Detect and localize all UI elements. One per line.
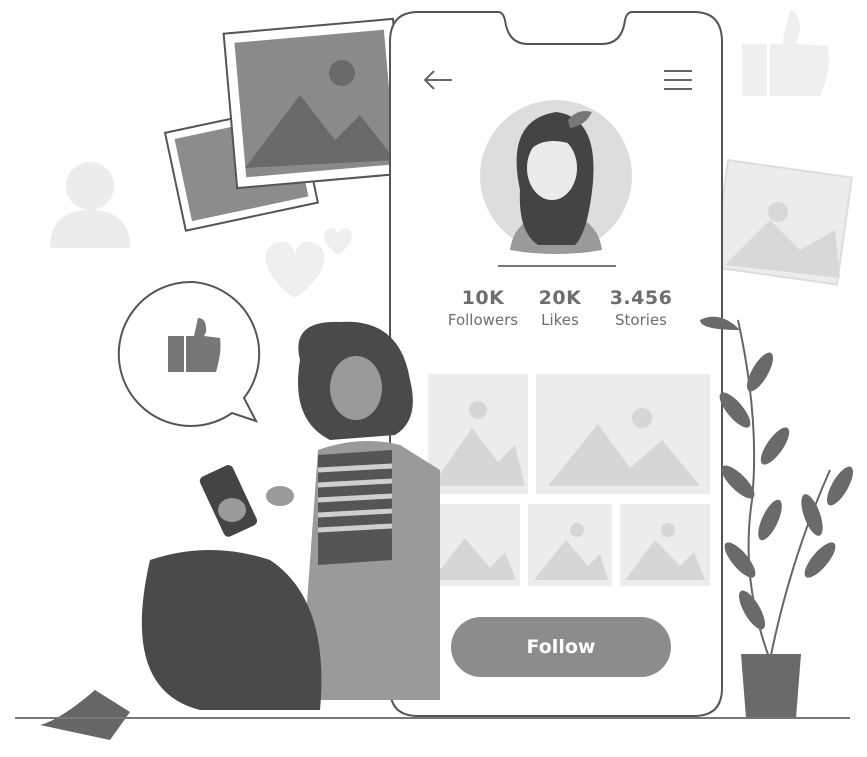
follow-button[interactable]: Follow	[451, 617, 671, 677]
photo-frame-front	[222, 17, 408, 190]
like-speech-bubble	[117, 280, 261, 427]
background-thumbs-up-icon	[742, 10, 829, 96]
illustration-scene	[15, 10, 854, 740]
background-user-icon	[50, 162, 130, 248]
stat-label: Stories	[615, 311, 667, 329]
stat-value: 3.456	[609, 287, 673, 309]
photo-frame-right	[711, 159, 854, 286]
stat-stories[interactable]: 3.456 Stories	[586, 287, 696, 329]
background-heart-icon	[265, 228, 352, 298]
plant	[700, 316, 853, 718]
